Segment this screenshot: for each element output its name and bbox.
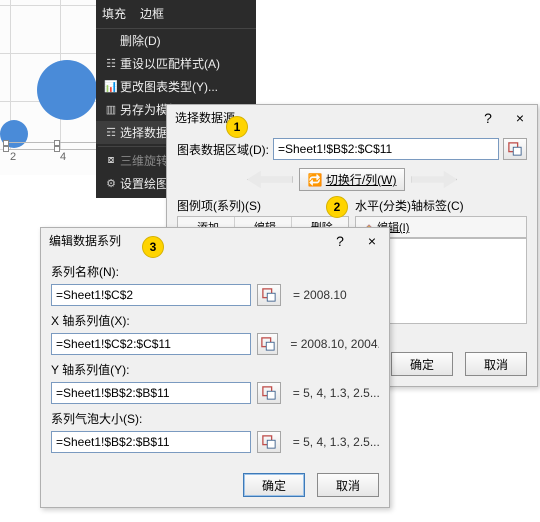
bubble-size-input[interactable] bbox=[51, 431, 251, 453]
chart-x-tick: 4 bbox=[60, 151, 66, 163]
format-icon: ⚙ bbox=[102, 177, 120, 190]
callout-number: 1 bbox=[234, 120, 241, 134]
context-menu-label: 重设以匹配样式(A) bbox=[120, 55, 220, 72]
chart-selection-handles[interactable] bbox=[5, 142, 105, 150]
range-picker-icon bbox=[262, 386, 276, 400]
edit-data-series-dialog: 编辑数据系列 ? × 系列名称(N): = 2008.10 X 轴系列值(X):… bbox=[40, 227, 390, 508]
x-values-label: X 轴系列值(X): bbox=[51, 312, 379, 329]
chart-type-icon: 📊 bbox=[102, 80, 120, 93]
dialog-titlebar: 编辑数据系列 ? × bbox=[41, 228, 389, 251]
dialog-titlebar: 选择数据源 ? × bbox=[167, 105, 537, 128]
callout-number: 2 bbox=[334, 200, 341, 214]
chart-bubble[interactable] bbox=[37, 60, 97, 120]
x-values-input[interactable] bbox=[51, 333, 251, 355]
context-menu-delete[interactable]: 删除(D) bbox=[96, 29, 256, 52]
series-name-label: 系列名称(N): bbox=[51, 263, 379, 280]
context-menu-label: 更改图表类型(Y)... bbox=[120, 78, 218, 95]
callout-badge-1: 1 bbox=[226, 116, 248, 138]
select-data-icon: ☶ bbox=[102, 126, 120, 139]
cancel-button[interactable]: 取消 bbox=[317, 473, 379, 497]
context-menu-format-row: 填充 边框 bbox=[96, 3, 256, 29]
switch-row-column-label: 切换行/列(W) bbox=[326, 173, 397, 187]
range-picker-button[interactable] bbox=[257, 431, 281, 453]
series-name-input[interactable] bbox=[51, 284, 251, 306]
rotate-3d-icon: ⧇ bbox=[102, 154, 120, 167]
bubble-size-result: = 5, 4, 1.3, 2.5... bbox=[293, 435, 379, 449]
dialog-close-button[interactable]: × bbox=[361, 233, 383, 249]
range-picker-button[interactable] bbox=[257, 333, 278, 355]
bubble-size-label: 系列气泡大小(S): bbox=[51, 410, 379, 427]
legend-entries-heading: 图例项(系列)(S) bbox=[177, 197, 349, 214]
ok-button[interactable]: 确定 bbox=[243, 473, 305, 497]
swap-arrow-right-icon bbox=[411, 169, 457, 191]
range-picker-icon bbox=[262, 435, 276, 449]
context-menu-border[interactable]: 边框 bbox=[140, 5, 164, 22]
chart-data-range-input[interactable] bbox=[273, 138, 499, 160]
dialog-help-button[interactable]: ? bbox=[477, 110, 499, 126]
dialog-title: 编辑数据系列 bbox=[49, 232, 121, 249]
callout-number: 3 bbox=[150, 240, 157, 254]
dialog-close-button[interactable]: × bbox=[509, 110, 531, 126]
chart-x-tick: 2 bbox=[10, 151, 16, 163]
context-menu-label: 删除(D) bbox=[120, 32, 161, 49]
switch-row-column-button[interactable]: 🔁 切换行/列(W) bbox=[299, 168, 406, 191]
axis-labels-heading: 水平(分类)轴标签(C) bbox=[355, 197, 527, 214]
range-picker-icon bbox=[261, 337, 275, 351]
chart-data-range-label: 图表数据区域(D): bbox=[177, 141, 269, 158]
context-menu-change-chart-type[interactable]: 📊 更改图表类型(Y)... bbox=[96, 75, 256, 98]
callout-badge-2: 2 bbox=[326, 196, 348, 218]
save-template-icon: ▥ bbox=[102, 103, 120, 116]
y-values-label: Y 轴系列值(Y): bbox=[51, 361, 379, 378]
range-picker-button[interactable] bbox=[257, 382, 281, 404]
y-values-result: = 5, 4, 1.3, 2.5... bbox=[293, 386, 379, 400]
context-menu-label: 三维旋转 bbox=[120, 152, 168, 169]
ok-button[interactable]: 确定 bbox=[391, 352, 453, 376]
callout-badge-3: 3 bbox=[142, 236, 164, 258]
swap-arrow-left-icon bbox=[247, 169, 293, 191]
x-values-result: = 2008.10, 2004.... bbox=[290, 337, 379, 351]
range-picker-button[interactable] bbox=[503, 138, 527, 160]
y-values-input[interactable] bbox=[51, 382, 251, 404]
series-name-result: = 2008.10 bbox=[293, 288, 347, 302]
context-menu-fill[interactable]: 填充 bbox=[102, 5, 126, 22]
cancel-button[interactable]: 取消 bbox=[465, 352, 527, 376]
range-picker-icon bbox=[262, 288, 276, 302]
reset-style-icon: ☷ bbox=[102, 57, 120, 70]
range-picker-icon bbox=[508, 142, 522, 156]
range-picker-button[interactable] bbox=[257, 284, 281, 306]
context-menu-reset-style[interactable]: ☷ 重设以匹配样式(A) bbox=[96, 52, 256, 75]
dialog-help-button[interactable]: ? bbox=[329, 233, 351, 249]
